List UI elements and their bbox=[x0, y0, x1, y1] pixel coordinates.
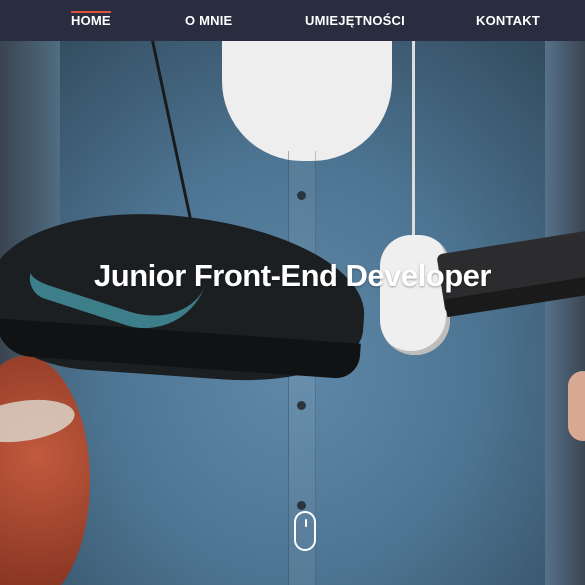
shirt-button bbox=[297, 191, 306, 200]
nav-item-home[interactable]: HOME bbox=[71, 0, 111, 41]
hero-headline: Junior Front-End Developer bbox=[94, 257, 491, 293]
hero-photo-basketball bbox=[0, 356, 90, 585]
top-navigation: HOME O MNIE UMIEJĘTNOŚCI KONTAKT bbox=[0, 0, 585, 41]
hero-photo-hand bbox=[568, 371, 585, 441]
nav-item-kontakt[interactable]: KONTAKT bbox=[476, 0, 540, 41]
shirt-button bbox=[297, 501, 306, 510]
nav-item-umiejetnosci[interactable]: UMIEJĘTNOŚCI bbox=[305, 0, 405, 41]
shirt-button bbox=[297, 401, 306, 410]
mouse-scroll-icon[interactable] bbox=[294, 511, 316, 551]
hero-photo-computer-mouse bbox=[380, 235, 450, 355]
nav-item-o-mnie[interactable]: O MNIE bbox=[185, 0, 232, 41]
scroll-wheel-indicator bbox=[305, 519, 307, 527]
hero-photo-backdrop-right bbox=[545, 41, 585, 585]
hero-photo-mouse-cable bbox=[398, 41, 415, 241]
hero-photo-tshirt bbox=[222, 41, 392, 161]
hero-section bbox=[0, 41, 585, 585]
